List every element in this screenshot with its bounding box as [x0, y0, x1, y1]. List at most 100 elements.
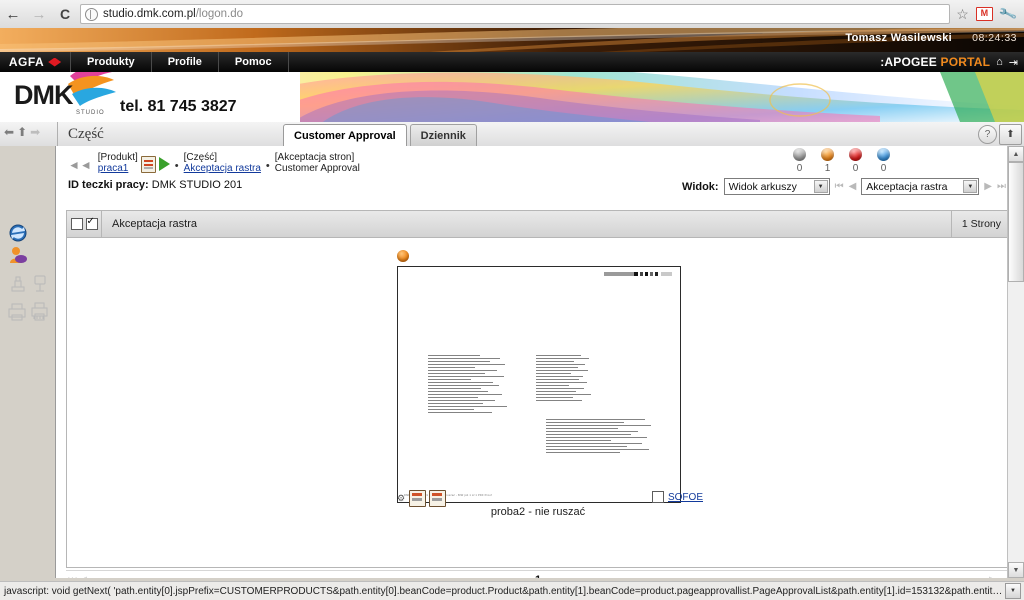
select-all-checkbox[interactable] [85, 216, 98, 230]
toolbar-divider [57, 122, 58, 146]
browser-toolbar: ← → C studio.dmk.com.pl/logon.do ☆ M 🔧 [0, 0, 1024, 29]
status-bar-text: javascript: void getNext( 'path.entity[0… [4, 585, 1005, 597]
clock: 08:24:33 [972, 32, 1017, 44]
view-label: Widok: [682, 180, 719, 193]
orange-dot-icon [821, 148, 834, 161]
status-dot-blue[interactable]: 0 [877, 148, 890, 174]
approve-icon [30, 274, 52, 294]
scrollbar-thumb[interactable] [1008, 162, 1024, 282]
apogee-wordmark: :APOGEE PORTAL [880, 55, 991, 69]
status-dropdown-icon[interactable]: ▼ [1005, 583, 1021, 599]
dmk-subtitle: STUDIO [76, 110, 105, 116]
menu-spacer [289, 52, 881, 72]
color-registration-bar [604, 272, 672, 276]
browser-reload-icon[interactable]: C [52, 1, 78, 27]
back-arrow-icon[interactable]: ⬅ [4, 125, 14, 139]
refresh-globe-icon[interactable] [8, 224, 30, 244]
status-dot-red[interactable]: 0 [849, 148, 862, 174]
status-dot-orange[interactable]: 1 [821, 148, 834, 174]
page-thumbnail-group: DMK STUDIO 201 proba2 - nie ruszać - B/W… [397, 250, 703, 518]
help-icon[interactable]: ? [978, 125, 997, 144]
page-thumbnail[interactable]: DMK STUDIO 201 proba2 - nie ruszać - B/W… [397, 266, 681, 503]
browser-forward-icon[interactable]: → [26, 1, 52, 27]
print-icon [6, 302, 28, 322]
breadcrumb-label[interactable]: praca1 [98, 163, 138, 174]
page-status-dot-icon[interactable] [397, 250, 409, 262]
status-dot-gray[interactable]: 0 [793, 148, 806, 174]
agfa-logo[interactable]: AGFA [0, 52, 71, 72]
sofoe-link[interactable]: SOFOE [668, 492, 703, 503]
red-dot-icon [849, 148, 862, 161]
prev-page-icon[interactable]: ◀ [849, 181, 857, 192]
agfa-diamond-icon [48, 57, 62, 67]
home-icon[interactable]: ⌂ [996, 56, 1003, 68]
approval-select[interactable]: Akceptacja rastra ▼ [861, 178, 980, 195]
page-title: Część [68, 126, 104, 142]
forward-arrow-icon: ➡ [30, 125, 41, 139]
main-content-area: ◄◄ [Produkt] praca1 • [Część] Akceptacja… [56, 146, 1024, 586]
first-page-icon[interactable]: ⏮ [835, 181, 844, 192]
address-bar-text: studio.dmk.com.pl/logon.do [103, 8, 244, 20]
tab-list: Customer Approval Dziennik [283, 124, 477, 147]
gear-page-icon[interactable]: ⚙ [397, 493, 405, 504]
job-folder-value: DMK STUDIO 201 [151, 179, 243, 191]
browser-actions: ☆ M 🔧 [956, 4, 1024, 25]
thumbnail-tools: ⚙ [397, 490, 447, 507]
breadcrumb: ◄◄ [Produkt] praca1 • [Część] Akceptacja… [68, 152, 360, 174]
breadcrumb-zone: ◄◄ [Produkt] praca1 • [Część] Akceptacja… [56, 146, 1012, 207]
dmk-logo[interactable]: DMK STUDIO [14, 80, 104, 116]
blue-dot-icon [877, 148, 890, 161]
breadcrumb-label[interactable]: Akceptacja rastra [184, 163, 261, 174]
logout-icon[interactable]: ⇥ [1009, 56, 1018, 69]
next-page-icon[interactable]: ▶ [984, 181, 992, 192]
view-select-value: Widok arkuszy [728, 180, 797, 193]
dmk-swoosh-icon [68, 72, 116, 106]
last-page-icon[interactable]: ⏭ [997, 181, 1006, 192]
history-tools: ⬅ ⬆ ➡ [4, 125, 40, 139]
view-select[interactable]: Widok arkuszy ▼ [723, 178, 830, 195]
address-bar[interactable]: studio.dmk.com.pl/logon.do [80, 4, 951, 24]
tab-customer-approval[interactable]: Customer Approval [283, 124, 407, 147]
product-document-icon[interactable] [140, 156, 156, 173]
breadcrumb-item-czesc[interactable]: [Część] Akceptacja rastra [184, 152, 261, 174]
logged-in-user: Tomasz Wasilewski [845, 32, 952, 44]
bookmark-star-icon[interactable]: ☆ [956, 6, 969, 23]
select-none-checkbox[interactable] [70, 218, 83, 230]
play-icon[interactable] [158, 157, 170, 171]
up-arrow-icon[interactable]: ⬆ [17, 125, 27, 139]
pdf-page-icon[interactable] [429, 490, 447, 507]
scroll-down-icon[interactable]: ▼ [1008, 562, 1024, 578]
sheet-body: DMK STUDIO 201 proba2 - nie ruszać - B/W… [67, 238, 1011, 567]
menu-item-produkty[interactable]: Produkty [71, 52, 152, 72]
status-count: 0 [796, 163, 803, 174]
breadcrumb-separator: • [265, 160, 270, 172]
apogee-portal-branding: :APOGEE PORTAL ⌂ ⇥ [880, 52, 1024, 72]
breadcrumb-kind: [Akceptacja stron] [274, 152, 355, 163]
print-all-icon [30, 302, 52, 322]
menu-item-profile[interactable]: Profile [152, 52, 219, 72]
menu-item-pomoc[interactable]: Pomoc [219, 52, 289, 72]
status-dot-group: 0 1 0 0 [793, 148, 890, 174]
tab-dziennik[interactable]: Dziennik [409, 124, 477, 147]
breadcrumb-back-icon[interactable]: ◄◄ [68, 158, 92, 172]
tabstrip-actions: ? ⬆ [978, 124, 1022, 145]
collapse-panel-icon[interactable]: ⬆ [999, 124, 1022, 145]
browser-back-icon[interactable]: ← [0, 1, 26, 27]
approval-select-value: Akceptacja rastra [866, 180, 948, 193]
breadcrumb-kind: [Produkt] [97, 152, 138, 163]
vertical-scrollbar[interactable]: ▲ ▼ [1007, 146, 1024, 578]
breadcrumb-item-akceptacja: [Akceptacja stron] Customer Approval [275, 152, 360, 174]
text-block-right [546, 419, 658, 495]
gmail-icon[interactable]: M [975, 7, 993, 21]
application-window: ← → C studio.dmk.com.pl/logon.do ☆ M 🔧 T… [0, 0, 1024, 600]
thumbnail-caption: proba2 - nie ruszać [490, 506, 586, 518]
sheet-select-cell [67, 211, 102, 237]
user-account-icon[interactable] [8, 246, 30, 266]
scroll-up-icon[interactable]: ▲ [1008, 146, 1024, 162]
breadcrumb-item-produkt[interactable]: [Produkt] praca1 [98, 152, 138, 174]
view-controls: Widok: Widok arkuszy ▼ ⏮ ◀ Akceptacja ra… [682, 178, 1006, 195]
preview-page-icon[interactable] [409, 490, 427, 507]
sheet-title: Akceptacja rastra [112, 218, 197, 230]
sofoe-checkbox[interactable] [651, 491, 664, 503]
wrench-icon[interactable]: 🔧 [998, 4, 1019, 25]
